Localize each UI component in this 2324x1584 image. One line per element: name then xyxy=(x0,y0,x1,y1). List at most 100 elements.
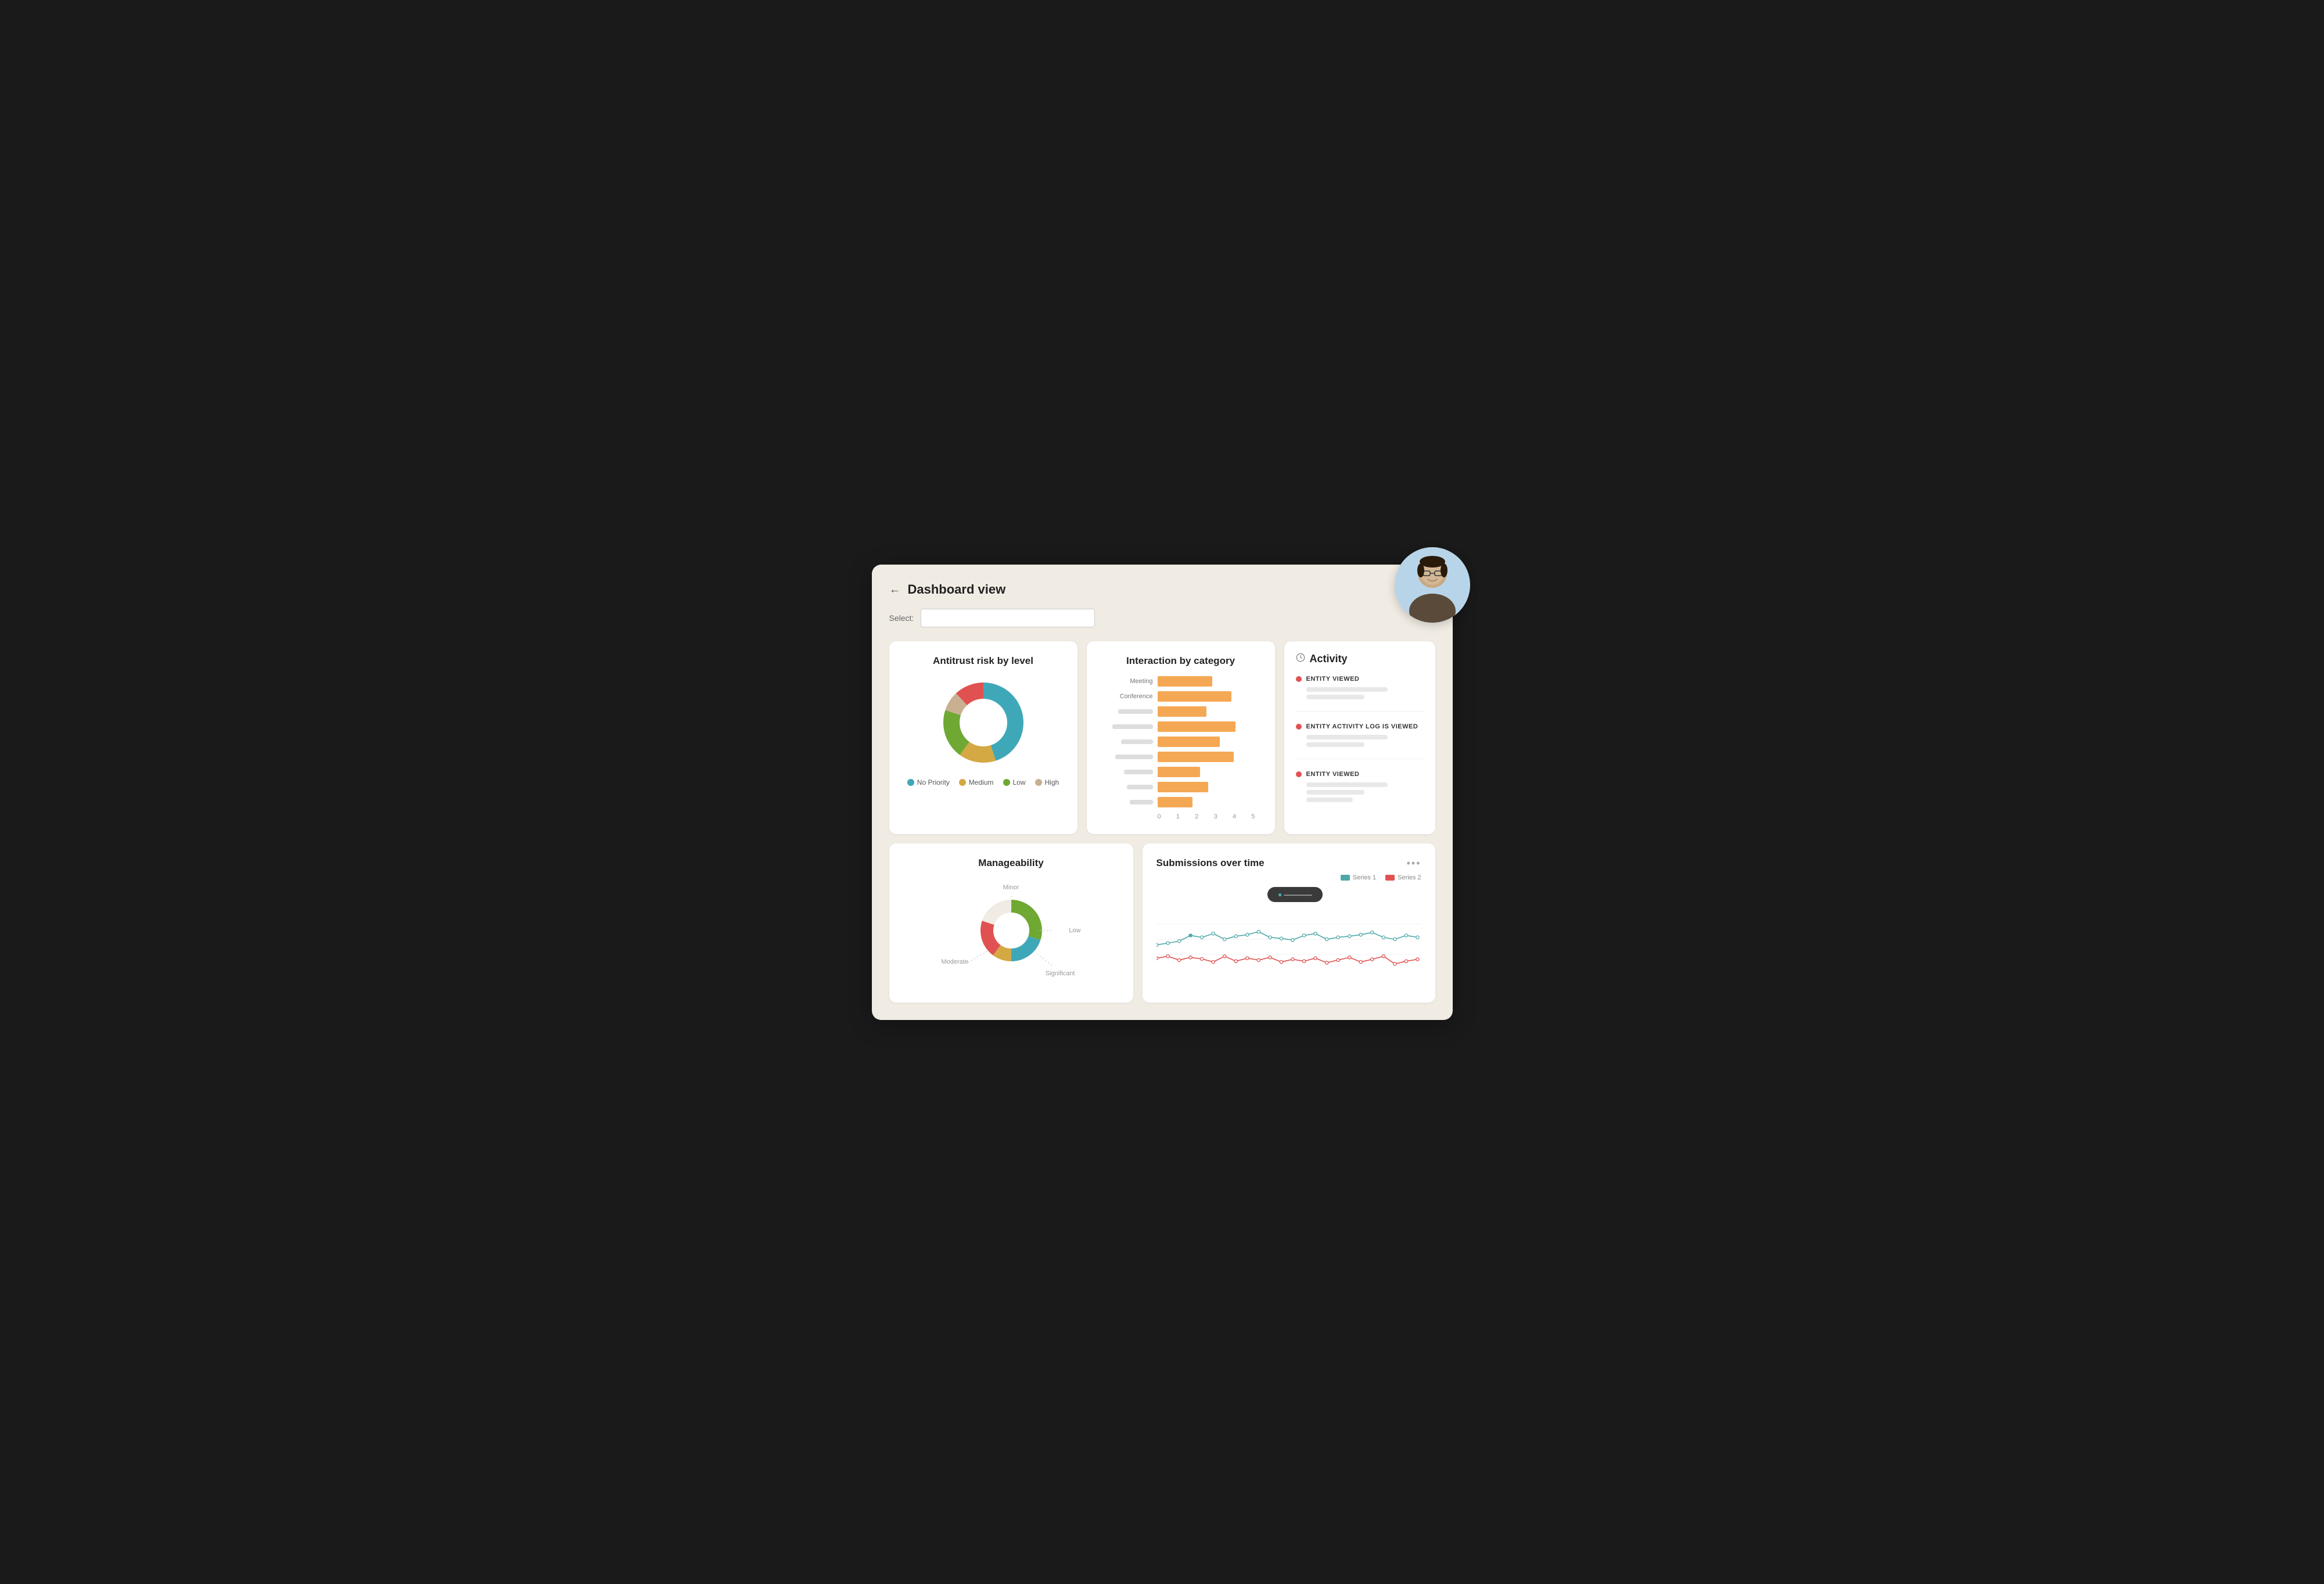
header-left: ← Dashboard view xyxy=(889,582,1006,597)
line-chart-legend: Series 1 Series 2 xyxy=(1341,874,1421,881)
bar-label-8 xyxy=(1107,785,1153,789)
bar-track-3 xyxy=(1158,706,1255,717)
activity-line-2-2 xyxy=(1306,798,1353,802)
bar-row-4 xyxy=(1107,721,1255,732)
legend-dot-high xyxy=(1035,779,1042,786)
bar-row-3 xyxy=(1107,706,1255,717)
bar-label-6 xyxy=(1107,755,1153,759)
legend-item-low: Low xyxy=(1003,778,1026,786)
legend-label-no-priority: No Priority xyxy=(917,778,950,786)
antitrust-card: Antitrust risk by level xyxy=(889,641,1077,834)
bar-label-3 xyxy=(1107,709,1153,714)
submissions-title: Submissions over time xyxy=(1156,857,1265,869)
activity-line-1-1 xyxy=(1306,742,1364,747)
x-tick-5: 5 xyxy=(1251,813,1255,820)
bar-track-7 xyxy=(1158,767,1255,777)
bar-fill-7 xyxy=(1158,767,1201,777)
bar-fill-5 xyxy=(1158,737,1220,747)
avatar xyxy=(1395,547,1470,623)
activity-dot-0 xyxy=(1296,676,1302,682)
activity-dot-2 xyxy=(1296,771,1302,777)
bar-x-axis: 0 1 2 3 4 5 xyxy=(1107,813,1255,820)
activity-item-0: ENTITY VIEWED xyxy=(1296,676,1424,712)
manageability-chart: Minor Low Significant Moderate xyxy=(903,878,1119,983)
legend-series2: Series 2 xyxy=(1385,874,1421,881)
activity-dot-1 xyxy=(1296,724,1302,730)
bar-track-conference xyxy=(1158,691,1255,702)
bar-fill-4 xyxy=(1158,721,1235,732)
bar-track-9 xyxy=(1158,797,1255,807)
bottom-grid: Manageability Minor Low Significant Mode… xyxy=(889,843,1435,1003)
activity-lines-0 xyxy=(1296,687,1424,699)
bar-label-7 xyxy=(1107,770,1153,774)
activity-line-2-0 xyxy=(1306,782,1388,787)
activity-line-0-0 xyxy=(1306,687,1388,692)
bar-fill-conference xyxy=(1158,691,1232,702)
antitrust-title: Antitrust risk by level xyxy=(903,655,1064,667)
top-section: Antitrust risk by level xyxy=(889,641,1435,834)
bar-row-meeting: Meeting xyxy=(1107,676,1255,687)
activity-lines-2 xyxy=(1296,782,1424,802)
activity-event-label-0: ENTITY VIEWED xyxy=(1306,676,1360,683)
antitrust-legend: No Priority Medium Low High xyxy=(903,778,1064,786)
legend-dot-low xyxy=(1003,779,1010,786)
x-tick-3: 3 xyxy=(1214,813,1217,820)
bar-fill-9 xyxy=(1158,797,1192,807)
submissions-card: Submissions over time ••• Series 1 Serie… xyxy=(1143,843,1435,1003)
bar-track-6 xyxy=(1158,752,1255,762)
bar-fill-6 xyxy=(1158,752,1234,762)
bar-chart-area: Meeting Conference xyxy=(1107,676,1255,807)
bar-label-9 xyxy=(1107,800,1153,804)
bar-row-7 xyxy=(1107,767,1255,777)
legend-label-series1: Series 1 xyxy=(1353,874,1376,881)
back-button[interactable]: ← xyxy=(889,584,901,595)
bar-label-4 xyxy=(1107,724,1153,729)
legend-item-high: High xyxy=(1035,778,1059,786)
select-input[interactable] xyxy=(921,609,1095,627)
select-label: Select: xyxy=(889,613,914,623)
legend-label-high: High xyxy=(1045,778,1059,786)
antitrust-donut xyxy=(937,676,1030,769)
x-tick-0: 0 xyxy=(1158,813,1161,820)
activity-panel: Activity ENTITY VIEWED ENTITY A xyxy=(1284,641,1435,834)
bar-row-6 xyxy=(1107,752,1255,762)
antitrust-donut-container xyxy=(903,676,1064,769)
legend-label-series2: Series 2 xyxy=(1398,874,1421,881)
mgmt-dashed-lines xyxy=(936,878,1087,983)
legend-item-medium: Medium xyxy=(959,778,994,786)
bar-track-4 xyxy=(1158,721,1255,732)
main-layout: Antitrust risk by level xyxy=(889,641,1435,1003)
legend-series1: Series 1 xyxy=(1341,874,1376,881)
x-tick-2: 2 xyxy=(1195,813,1198,820)
activity-event-row-2: ENTITY VIEWED xyxy=(1296,771,1424,778)
page-title: Dashboard view xyxy=(908,582,1006,597)
three-dots-menu[interactable]: ••• xyxy=(1407,857,1421,870)
activity-line-0-1 xyxy=(1306,695,1364,699)
interaction-card: Interaction by category Meeting Conferen… xyxy=(1087,641,1275,834)
x-tick-1: 1 xyxy=(1176,813,1180,820)
bar-label-meeting: Meeting xyxy=(1107,678,1153,685)
x-tick-4: 4 xyxy=(1233,813,1236,820)
bar-fill-8 xyxy=(1158,782,1208,792)
activity-lines-1 xyxy=(1296,735,1424,747)
activity-clock-icon xyxy=(1296,653,1305,665)
legend-label-medium: Medium xyxy=(969,778,994,786)
activity-item-1: ENTITY ACTIVITY LOG IS VIEWED xyxy=(1296,723,1424,759)
legend-dot-no-priority xyxy=(907,779,914,786)
legend-item-no-priority: No Priority xyxy=(907,778,950,786)
activity-line-1-0 xyxy=(1306,735,1388,739)
bar-label-5 xyxy=(1107,739,1153,744)
bar-row-8 xyxy=(1107,782,1255,792)
bar-chart-container: Meeting Conference xyxy=(1101,676,1261,820)
activity-line-2-1 xyxy=(1306,790,1364,795)
legend-color-series2 xyxy=(1385,875,1395,881)
app-container: ← Dashboard view Select: xyxy=(872,565,1453,1020)
activity-title: Activity xyxy=(1310,653,1348,665)
legend-dot-medium xyxy=(959,779,966,786)
legend-color-series1 xyxy=(1341,875,1350,881)
bar-track-5 xyxy=(1158,737,1255,747)
select-row: Select: xyxy=(889,609,1435,627)
bar-track-meeting xyxy=(1158,676,1255,687)
bar-label-conference: Conference xyxy=(1107,693,1153,700)
legend-label-low: Low xyxy=(1013,778,1026,786)
